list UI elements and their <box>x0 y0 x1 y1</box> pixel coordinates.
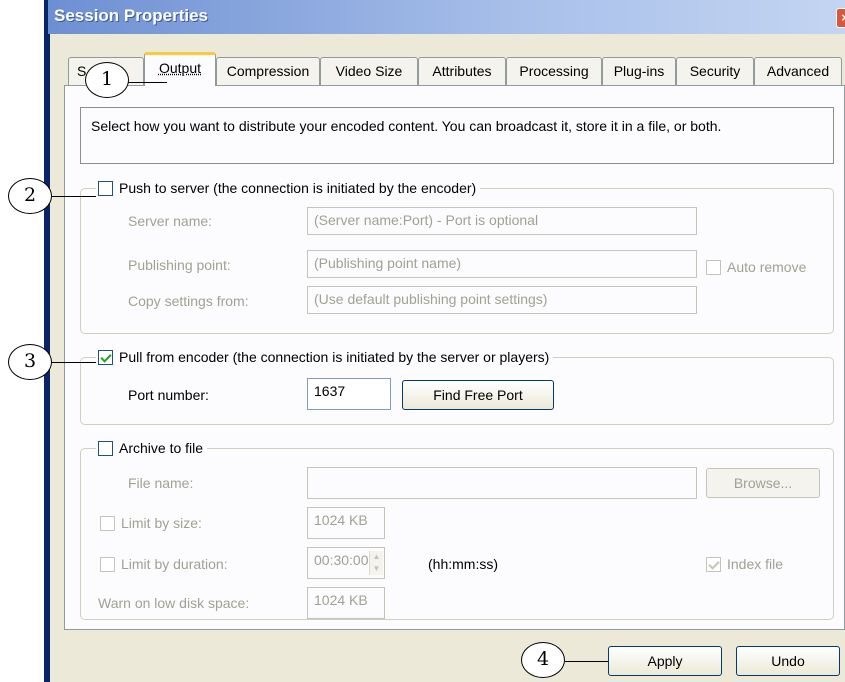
limit-by-duration-checkbox[interactable]: Limit by duration: <box>100 555 228 573</box>
push-checkbox-label: Push to server (the connection is initia… <box>119 180 477 196</box>
spin-down-icon[interactable]: ▼ <box>370 563 383 575</box>
publishing-point-label: Publishing point: <box>128 257 231 273</box>
callout-2: 2 <box>8 178 52 214</box>
tab-compression-label: Compression <box>226 63 310 79</box>
callout-1-line <box>127 82 167 83</box>
callout-4-line <box>565 661 608 662</box>
tab-attributes[interactable]: Attributes <box>418 57 506 85</box>
limit-duration-checkbox-box[interactable] <box>100 556 115 572</box>
callout-3: 3 <box>8 344 52 380</box>
warn-low-disk-label: Warn on low disk space: <box>98 595 250 611</box>
file-name-label: File name: <box>128 475 194 491</box>
port-number-input[interactable]: 1637 <box>307 378 391 410</box>
tab-compression[interactable]: Compression <box>216 57 320 85</box>
server-name-label: Server name: <box>128 213 213 229</box>
description-text: Select how you want to distribute your e… <box>91 118 722 134</box>
auto-remove-label: Auto remove <box>727 259 807 275</box>
tab-advanced-label: Advanced <box>766 63 830 79</box>
auto-remove-checkbox-box[interactable] <box>706 259 721 275</box>
file-name-input[interactable] <box>307 467 697 499</box>
apply-button[interactable]: Apply <box>608 646 722 676</box>
callout-4: 4 <box>521 642 565 678</box>
pull-checkbox-box[interactable] <box>98 349 113 365</box>
limit-size-label: Limit by size: <box>121 515 202 531</box>
archive-checkbox-label: Archive to file <box>119 440 204 456</box>
tab-output[interactable]: Output <box>144 52 216 86</box>
tab-security-label: Security <box>689 63 741 79</box>
limit-size-input[interactable]: 1024 KB <box>307 507 385 539</box>
duration-spinner[interactable]: ▲ ▼ <box>369 551 383 575</box>
index-file-label: Index file <box>727 556 784 572</box>
pull-checkbox-label: Pull from encoder (the connection is ini… <box>119 349 550 365</box>
port-number-label: Port number: <box>128 387 209 403</box>
duration-format-hint: (hh:mm:ss) <box>428 556 498 572</box>
spin-up-icon[interactable]: ▲ <box>370 551 383 563</box>
archive-to-file-checkbox[interactable]: Archive to file <box>96 437 208 459</box>
limit-duration-label: Limit by duration: <box>121 556 228 572</box>
tab-video-size-label: Video Size <box>335 63 403 79</box>
copy-settings-input[interactable]: (Use default publishing point settings) <box>307 286 697 314</box>
tab-video-size[interactable]: Video Size <box>320 57 418 85</box>
browse-button[interactable]: Browse... <box>706 468 820 498</box>
close-icon[interactable]: × <box>836 8 845 28</box>
callout-2-line <box>51 196 96 197</box>
window-title: Session Properties <box>54 6 209 25</box>
tab-processing-label: Processing <box>519 63 589 79</box>
undo-button[interactable]: Undo <box>736 646 840 676</box>
push-checkbox-box[interactable] <box>98 180 113 196</box>
tab-plug-ins[interactable]: Plug-ins <box>602 57 676 85</box>
tab-security[interactable]: Security <box>676 57 754 85</box>
pull-from-encoder-checkbox[interactable]: Pull from encoder (the connection is ini… <box>96 346 554 368</box>
publishing-point-input[interactable]: (Publishing point name) <box>307 250 697 278</box>
limit-size-checkbox-box[interactable] <box>100 515 115 531</box>
copy-settings-label: Copy settings from: <box>128 293 249 309</box>
find-free-port-button[interactable]: Find Free Port <box>402 380 554 410</box>
description-box: Select how you want to distribute your e… <box>80 107 834 164</box>
auto-remove-checkbox[interactable]: Auto remove <box>706 258 806 276</box>
index-file-checkbox[interactable]: Index file <box>706 555 783 573</box>
tab-output-label: Output <box>158 60 202 76</box>
callout-3-line <box>51 362 96 363</box>
limit-by-size-checkbox[interactable]: Limit by size: <box>100 514 202 532</box>
tab-advanced[interactable]: Advanced <box>754 57 842 85</box>
index-file-checkbox-box[interactable] <box>706 556 721 572</box>
tab-attributes-label: Attributes <box>432 63 492 79</box>
tab-processing[interactable]: Processing <box>506 57 602 85</box>
limit-duration-value: 00:30:00 <box>314 552 369 568</box>
push-to-server-checkbox[interactable]: Push to server (the connection is initia… <box>96 177 481 199</box>
tab-plug-ins-label: Plug-ins <box>613 63 665 79</box>
archive-checkbox-box[interactable] <box>98 440 113 456</box>
warn-low-disk-input[interactable]: 1024 KB <box>307 587 385 619</box>
callout-1: 1 <box>85 62 129 98</box>
server-name-input[interactable]: (Server name:Port) - Port is optional <box>307 207 697 235</box>
